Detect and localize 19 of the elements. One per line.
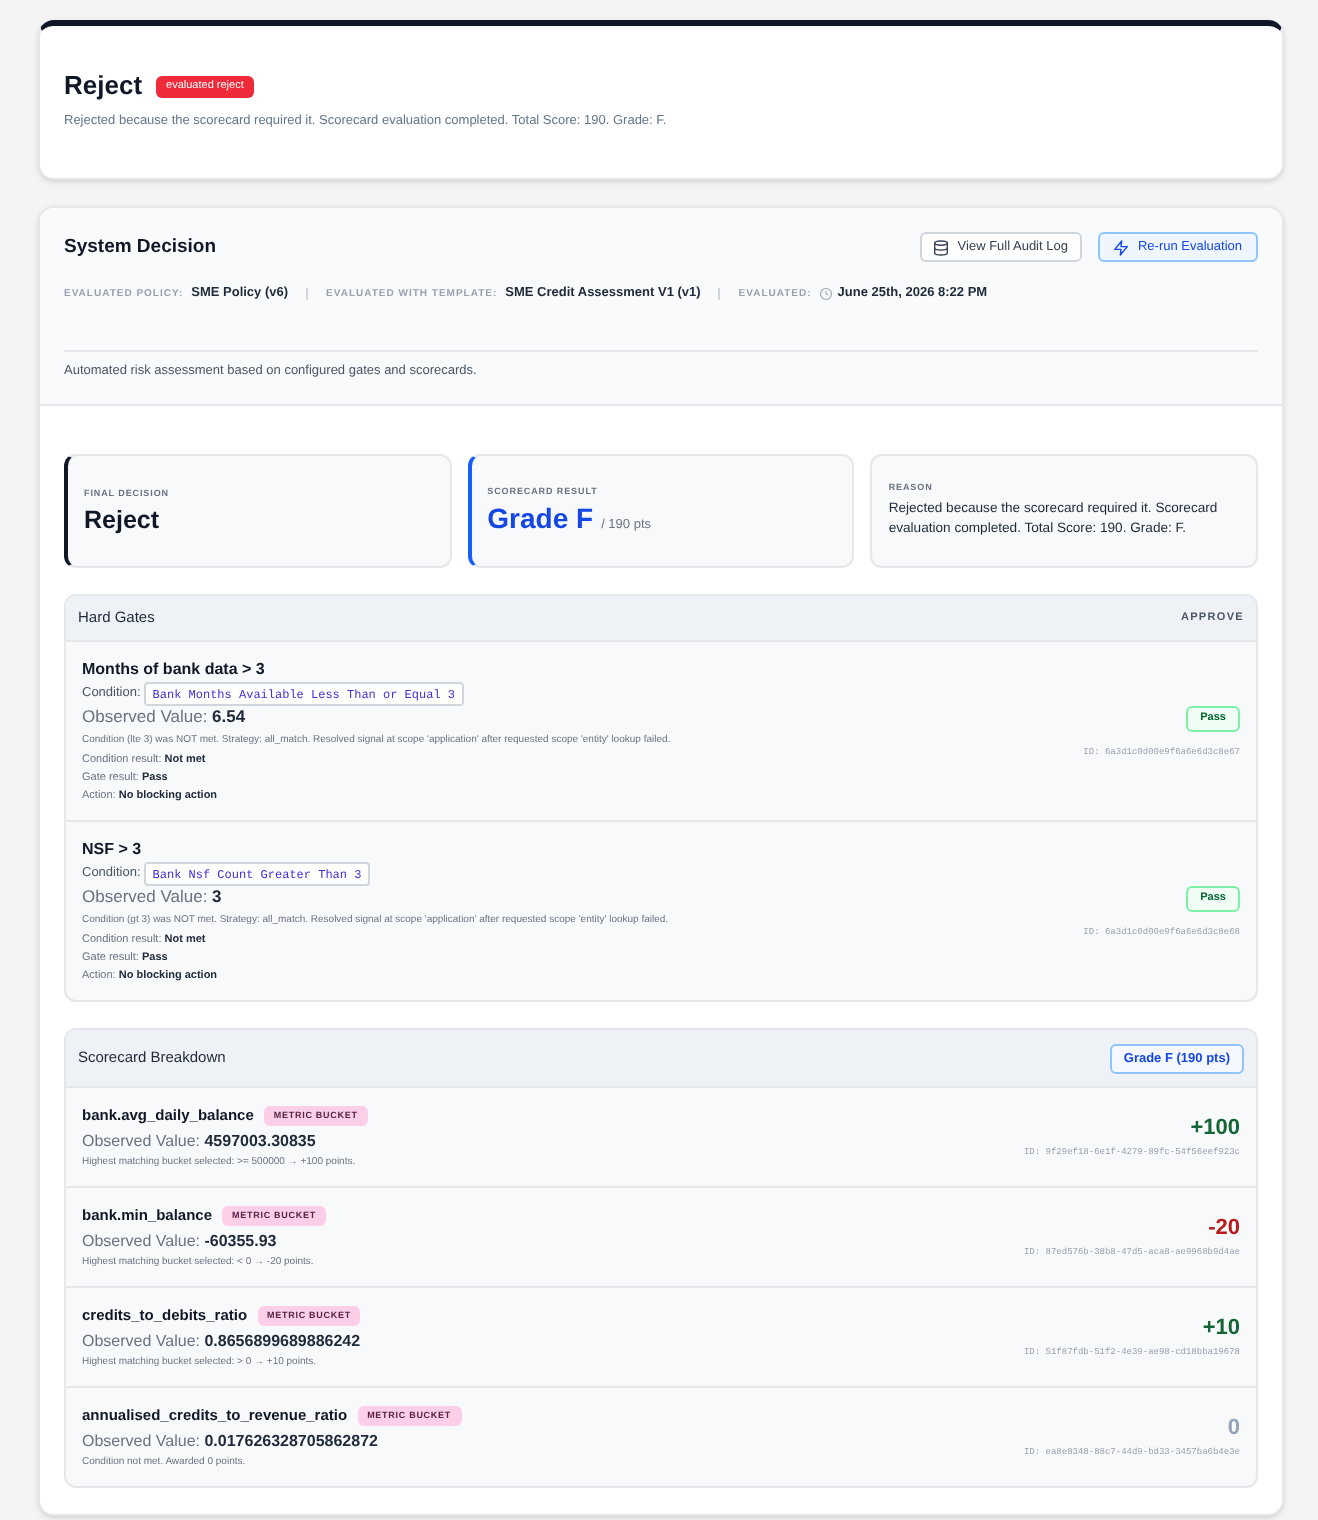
- gate-name: Months of bank data > 3: [82, 660, 267, 680]
- grade-value: Grade F: [487, 502, 594, 536]
- database-icon: [933, 239, 948, 255]
- panel-title: System Decision: [64, 234, 217, 260]
- observed-value: Observed Value: 0.017626328705862872: [82, 1430, 380, 1452]
- observed-value: Observed Value: 3: [82, 886, 224, 908]
- observed-value: Observed Value: -60355.93: [82, 1230, 279, 1252]
- points-value: +10: [1202, 1316, 1240, 1342]
- observed-value: Observed Value: 6.54: [82, 706, 248, 728]
- decision-value: Reject: [84, 503, 162, 535]
- points-value: -20: [1208, 1216, 1240, 1242]
- observed-value: Observed Value: 4597003.30835: [82, 1130, 318, 1152]
- clock-icon: [819, 288, 832, 300]
- lightning-icon: [1113, 239, 1128, 255]
- decision-title: Reject: [64, 70, 143, 102]
- points-value: +100: [1190, 1116, 1240, 1142]
- observed-value: Observed Value: 0.8656899689886242: [82, 1330, 361, 1352]
- points-value: 0: [1227, 1416, 1240, 1442]
- gate-name: NSF > 3: [82, 840, 144, 860]
